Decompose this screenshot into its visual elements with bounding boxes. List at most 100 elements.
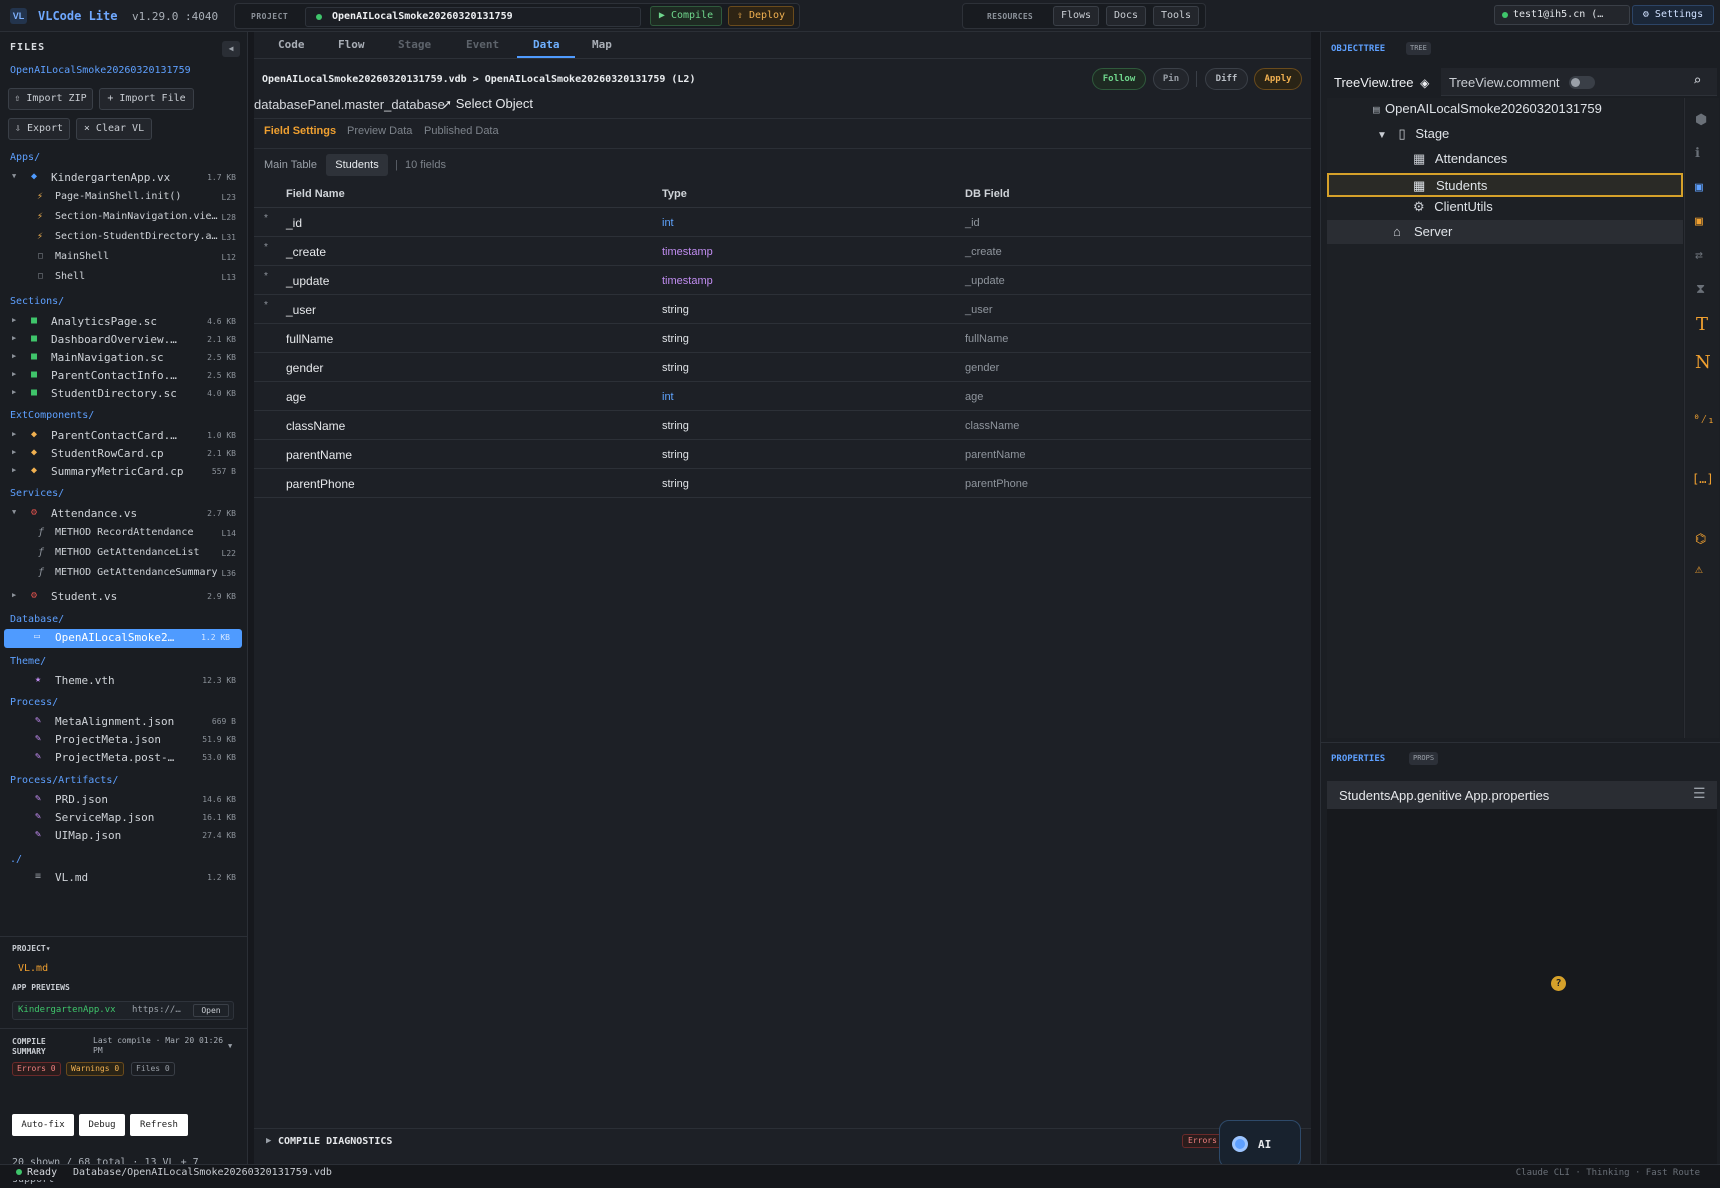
cube-icon[interactable]: ⬢: [1695, 112, 1707, 128]
text-icon[interactable]: T: [1696, 314, 1708, 335]
table-row[interactable]: fullName string fullName: [254, 324, 1311, 353]
search-icon[interactable]: ⌕: [1693, 73, 1701, 89]
column-header[interactable]: DB Field: [965, 188, 1010, 200]
import-zip-button[interactable]: ⇧ Import ZIP: [8, 88, 93, 110]
tree-child[interactable]: ⚡ Section-StudentDirectory.a… L31: [0, 229, 248, 247]
subtab-field-settings[interactable]: Field Settings: [264, 125, 336, 137]
tab-treeview-tree[interactable]: TreeView.tree ◈: [1327, 68, 1441, 96]
expand-icon[interactable]: ▶: [266, 1136, 271, 1146]
comment-toggle[interactable]: [1569, 76, 1595, 89]
file-row-service[interactable]: ▶ ⚙ Student.vs 2.9 KB: [0, 588, 248, 606]
file-row[interactable]: ✎ ProjectMeta.json 51.9 KB: [0, 731, 248, 749]
follow-button[interactable]: Follow: [1092, 68, 1146, 90]
subtab-published-data[interactable]: Published Data: [424, 125, 499, 137]
tab-stage[interactable]: Stage: [398, 38, 431, 51]
table-row[interactable]: * _create timestamp _create: [254, 237, 1311, 266]
file-row[interactable]: ▶ ◆ ParentContactCard.… 1.0 KB: [0, 427, 248, 445]
open-preview-button[interactable]: Open: [193, 1004, 229, 1017]
compile-diagnostics-title[interactable]: COMPILE DIAGNOSTICS: [278, 1136, 392, 1147]
file-row[interactable]: ▶ ■ MainNavigation.sc 2.5 KB: [0, 349, 248, 367]
tree-node-server[interactable]: ⌂ Server: [1327, 220, 1683, 244]
array-icon[interactable]: […]: [1692, 472, 1714, 486]
files-project-name[interactable]: OpenAILocalSmoke20260320131759: [10, 65, 191, 76]
boolean-icon[interactable]: ⁰⁄₁: [1693, 412, 1715, 427]
file-row-database-selected[interactable]: ▭ OpenAILocalSmoke2… 1.2 KB: [4, 629, 242, 648]
table-row[interactable]: gender string gender: [254, 353, 1311, 382]
table-row[interactable]: * _user string _user: [254, 295, 1311, 324]
file-row[interactable]: ▶ ◆ StudentRowCard.cp 2.1 KB: [0, 445, 248, 463]
project-selector[interactable]: OpenAILocalSmoke20260320131759: [305, 7, 641, 27]
tree-child[interactable]: ⚡ Section-MainNavigation.vie… L28: [0, 209, 248, 227]
file-row[interactable]: ▶ ◆ SummaryMetricCard.cp 557 B: [0, 463, 248, 481]
compile-button[interactable]: ▶ Compile: [650, 6, 722, 26]
tree-node-root[interactable]: OpenAILocalSmoke20260320131759: [1373, 101, 1602, 116]
settings-button[interactable]: ⚙ Settings: [1632, 5, 1714, 25]
errors-badge[interactable]: Errors 0: [12, 1062, 61, 1076]
object-icon[interactable]: ⌬: [1695, 532, 1706, 547]
apply-button[interactable]: Apply: [1254, 68, 1302, 90]
swap-icon[interactable]: ⇄: [1695, 248, 1703, 263]
collapse-panel-icon[interactable]: ◀: [222, 41, 240, 57]
file-row[interactable]: ✎ ProjectMeta.post-… 53.0 KB: [0, 749, 248, 767]
tab-event[interactable]: Event: [466, 38, 499, 51]
tools-button[interactable]: Tools: [1153, 6, 1199, 26]
docs-button[interactable]: Docs: [1106, 6, 1146, 26]
tree-node-students-selected[interactable]: ▦ Students: [1327, 173, 1683, 197]
project-panel-title[interactable]: PROJECT▾: [12, 944, 51, 953]
export-button[interactable]: ⇩ Export: [8, 118, 70, 140]
table-row[interactable]: className string className: [254, 411, 1311, 440]
flows-button[interactable]: Flows: [1053, 6, 1099, 26]
warnings-badge[interactable]: Warnings 0: [66, 1062, 125, 1076]
file-row-service[interactable]: ▼ ⚙ Attendance.vs 2.7 KB: [0, 505, 248, 523]
import-file-button[interactable]: + Import File: [99, 88, 194, 110]
column-header[interactable]: Type: [662, 188, 687, 200]
file-row[interactable]: ✎ PRD.json 14.6 KB: [0, 791, 248, 809]
vl-md-link[interactable]: VL.md: [18, 963, 48, 974]
tab-map[interactable]: Map: [592, 38, 612, 51]
method-row[interactable]: ƒ METHOD GetAttendanceList L22: [0, 545, 248, 563]
tree-node-clientutils[interactable]: ⚙ ClientUtils: [1413, 199, 1493, 215]
tree-child[interactable]: □ MainShell L12: [0, 249, 248, 267]
file-row[interactable]: ▶ ■ AnalyticsPage.sc 4.6 KB: [0, 313, 248, 331]
tab-treeview-comment[interactable]: TreeView.comment: [1449, 75, 1560, 90]
tree-child[interactable]: ⚡ Page-MainShell.init() L23: [0, 189, 248, 207]
students-table-tab[interactable]: Students: [326, 154, 388, 176]
file-row[interactable]: ✎ ServiceMap.json 16.1 KB: [0, 809, 248, 827]
column-header[interactable]: Field Name: [286, 188, 345, 200]
clear-vl-button[interactable]: × Clear VL: [76, 118, 152, 140]
select-object-button[interactable]: ➚ Select Object: [442, 96, 533, 111]
comment-icon[interactable]: ▣: [1695, 180, 1703, 195]
pin-button[interactable]: Pin: [1153, 68, 1189, 90]
info-icon[interactable]: ℹ: [1695, 146, 1700, 161]
tree-node-attendances[interactable]: ▦ Attendances: [1413, 151, 1507, 167]
collapse-icon[interactable]: ▼: [1377, 130, 1387, 141]
file-row[interactable]: ✎ MetaAlignment.json 669 B: [0, 713, 248, 731]
deploy-button[interactable]: ⇧ Deploy: [728, 6, 794, 26]
file-row[interactable]: ▶ ■ ParentContactInfo.… 2.5 KB: [0, 367, 248, 385]
chevron-down-icon[interactable]: ▼: [228, 1042, 232, 1050]
chat-icon[interactable]: ▣: [1695, 214, 1703, 229]
tab-flow[interactable]: Flow: [338, 38, 365, 51]
table-row[interactable]: parentPhone string parentPhone: [254, 469, 1311, 498]
subtab-preview-data[interactable]: Preview Data: [347, 125, 412, 137]
refresh-button[interactable]: Refresh: [130, 1114, 188, 1136]
file-row[interactable]: ★ Theme.vth 12.3 KB: [0, 672, 248, 690]
method-row[interactable]: ƒ METHOD GetAttendanceSummary L36: [0, 565, 248, 583]
tab-code[interactable]: Code: [278, 38, 305, 51]
main-table-tab[interactable]: Main Table: [264, 159, 317, 171]
debug-button[interactable]: Debug: [79, 1114, 125, 1136]
expand-icon[interactable]: ▼: [12, 172, 16, 180]
table-row[interactable]: * _update timestamp _update: [254, 266, 1311, 295]
tree-node-stage[interactable]: ▼ ▯ Stage: [1377, 126, 1449, 142]
file-row[interactable]: ≡ VL.md 1.2 KB: [0, 869, 248, 887]
file-row[interactable]: ▶ ■ StudentDirectory.sc 4.0 KB: [0, 385, 248, 403]
table-row[interactable]: age int age: [254, 382, 1311, 411]
file-row[interactable]: ✎ UIMap.json 27.4 KB: [0, 827, 248, 845]
number-icon[interactable]: N: [1695, 352, 1711, 373]
table-row[interactable]: * _id int _id: [254, 208, 1311, 237]
file-row-app[interactable]: ▼ ◆ KindergartenApp.vx 1.7 KB: [0, 169, 248, 187]
tab-data[interactable]: Data: [533, 38, 560, 51]
files-badge[interactable]: Files 0: [131, 1062, 175, 1076]
method-row[interactable]: ƒ METHOD RecordAttendance L14: [0, 525, 248, 543]
hourglass-icon[interactable]: ⧗: [1696, 282, 1705, 297]
